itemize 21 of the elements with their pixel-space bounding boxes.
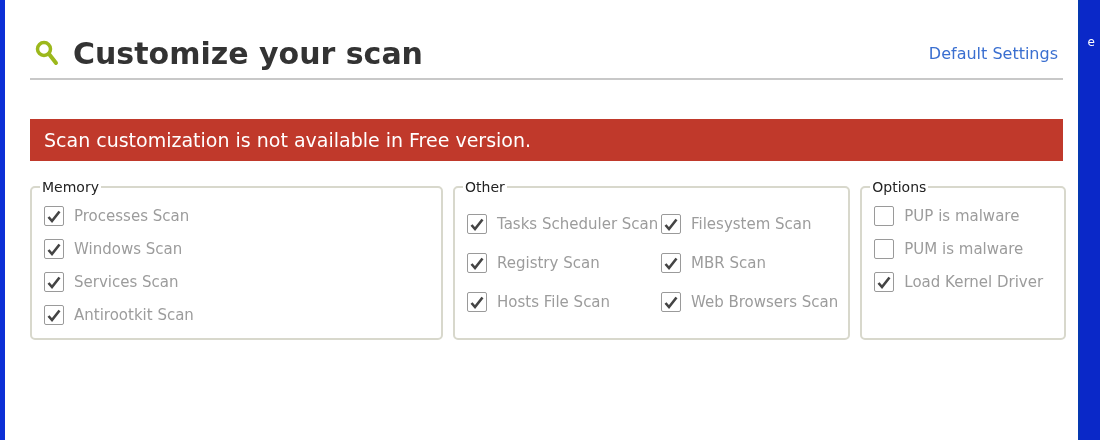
group-legend: Memory [40,179,101,195]
checkbox-label: Antirootkit Scan [74,306,194,324]
checkbox-label: MBR Scan [691,254,766,272]
checkbox-label: Registry Scan [497,254,600,272]
window-text: e [1087,34,1095,50]
checkbox-label: PUM is malware [904,240,1024,258]
checkbox-label: Hosts File Scan [497,293,611,311]
default-settings-link[interactable]: Default Settings [928,43,1058,63]
group-legend: Other [463,179,507,195]
group-legend: Options [870,179,929,195]
checkbox-label: Web Browsers Scan [691,293,839,311]
page-title: Customize your scan [73,35,424,71]
checkbox-label: Windows Scan [74,240,183,258]
search-icon [35,40,59,66]
checkbox-label: PUP is malware [904,207,1020,225]
checkbox-label: Processes Scan [74,207,190,225]
checkbox-label: Services Scan [74,273,179,291]
checkbox-label: Filesystem Scan [691,215,812,233]
checkbox-label: Tasks Scheduler Scan [497,215,659,233]
checkbox-label: Load Kernel Driver [904,273,1044,291]
notice-banner: Scan customization is not available in Free version. [30,119,1063,161]
